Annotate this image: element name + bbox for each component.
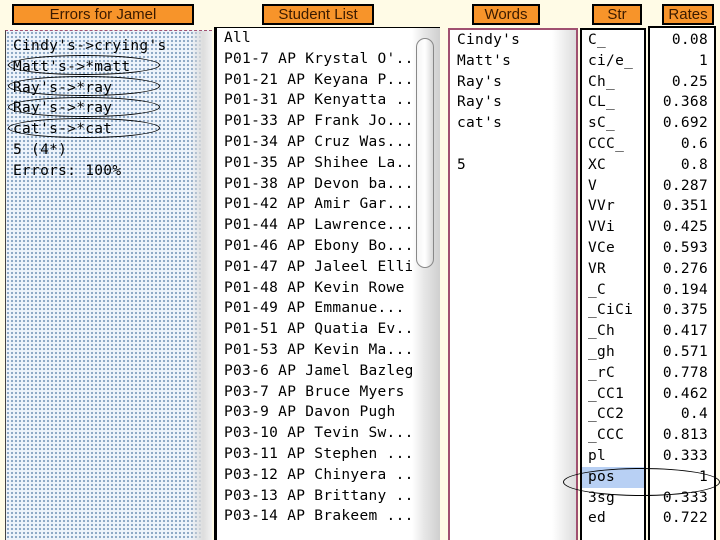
student-item[interactable]: P01-46 AP Ebony Bo... [224,236,440,257]
student-item[interactable]: P01-44 AP Lawrence... [224,215,440,236]
student-item[interactable]: P03-10 AP Tevin Sw... [224,423,440,444]
student-list[interactable]: All P01-7 AP Krystal O'... P01-21 AP Keyan… [214,27,440,540]
student-item[interactable]: P01-35 AP Shihee La... [224,153,440,174]
rate-item[interactable]: 0.813 [650,425,714,446]
word-item[interactable]: Matt's [457,51,576,72]
student-item[interactable]: P01-42 AP Amir Gar... [224,194,440,215]
str-item[interactable]: _CC1 [588,384,644,405]
rate-item[interactable]: 0.722 [650,508,714,529]
str-item[interactable]: CCC_ [588,134,644,155]
student-item[interactable]: All [224,28,440,49]
error-item: Cindy's->crying's [13,38,167,54]
student-item[interactable]: P01-38 AP Devon ba... [224,174,440,195]
str-header: Str [592,4,642,25]
str-item[interactable]: pl [588,446,644,467]
rate-item[interactable]: 0.25 [650,72,714,93]
errors-panel: Cindy's->crying's Matt's->*matt Ray's->*ra… [5,30,212,540]
student-item[interactable]: P03-14 AP Brakeem ... [224,506,440,527]
student-item[interactable]: P01-33 AP Frank Jo... [224,111,440,132]
student-item[interactable]: P01-47 AP Jaleel Ellis [224,257,440,278]
words-header: Words [472,4,540,25]
rate-item[interactable]: 1 [650,51,714,72]
scrollbar[interactable] [412,28,440,540]
rate-item[interactable]: 0.08 [650,30,714,51]
rate-item[interactable]: 0.368 [650,92,714,113]
str-item[interactable]: _CC2 [588,404,644,425]
student-item[interactable]: P03-7 AP Bruce Myers [224,382,440,403]
rates-header: Rates [662,4,714,25]
word-item[interactable]: cat's [457,113,576,134]
str-item[interactable]: XC [588,155,644,176]
rate-item[interactable]: 0.778 [650,363,714,384]
student-item[interactable]: P03-6 AP Jamel Bazleg [224,361,440,382]
error-count: 5 (4*) [13,141,68,158]
rate-item[interactable]: 0.333 [650,446,714,467]
str-item[interactable]: VVr [588,196,644,217]
str-item[interactable]: sC_ [588,113,644,134]
student-item[interactable]: P01-7 AP Krystal O'... [224,49,440,70]
scrollbar-thumb[interactable] [416,38,434,268]
rate-item[interactable]: 0.462 [650,384,714,405]
rate-item[interactable]: 0.276 [650,259,714,280]
str-item[interactable]: ci/e_ [588,51,644,72]
rate-item[interactable]: 0.8 [650,155,714,176]
str-item[interactable]: _CiCi [588,300,644,321]
str-item[interactable]: ed [588,508,644,529]
str-item[interactable]: _gh [588,342,644,363]
str-item[interactable]: CL_ [588,92,644,113]
student-item[interactable]: P01-48 AP Kevin Rowe [224,278,440,299]
student-item[interactable]: P01-31 AP Kenyatta ... [224,90,440,111]
student-list-header: Student List [262,4,374,25]
rate-item[interactable]: 0.351 [650,196,714,217]
rate-item[interactable]: 0.6 [650,134,714,155]
word-item[interactable]: Cindy's [457,30,576,51]
student-item[interactable]: P03-12 AP Chinyera ... [224,465,440,486]
student-item[interactable]: P01-49 AP Emmanue... [224,298,440,319]
str-item[interactable]: Ch_ [588,72,644,93]
rate-item[interactable]: 0.692 [650,113,714,134]
rate-item[interactable]: 0.375 [650,300,714,321]
str-list[interactable]: C_ ci/e_ Ch_ CL_ sC_ CCC_ XC V VVr VVi VCe VR _C _CiC… [580,28,646,540]
str-item[interactable]: _CCC [588,425,644,446]
str-item[interactable]: C_ [588,30,644,51]
str-item[interactable]: VCe [588,238,644,259]
rate-item[interactable]: 0.571 [650,342,714,363]
word-item[interactable]: Ray's [457,92,576,113]
errors-header: Errors for Jamel [12,4,194,25]
str-item[interactable]: _Ch [588,321,644,342]
student-item[interactable]: P01-21 AP Keyana P... [224,70,440,91]
pos-highlight-oval [563,468,720,496]
student-item[interactable]: P01-34 AP Cruz Was... [224,132,440,153]
rate-item[interactable]: 0.593 [650,238,714,259]
str-item[interactable]: VVi [588,217,644,238]
rate-item[interactable]: 0.4 [650,404,714,425]
str-item[interactable]: V [588,176,644,197]
student-item[interactable]: P03-13 AP Brittany ... [224,486,440,507]
rates-list[interactable]: 0.08 1 0.25 0.368 0.692 0.6 0.8 0.287 0.351 0.425… [648,26,716,540]
rate-item[interactable]: 0.425 [650,217,714,238]
student-item[interactable]: P03-9 AP Davon Pugh [224,402,440,423]
student-item[interactable]: P01-51 AP Quatia Ev... [224,319,440,340]
rate-item[interactable]: 0.287 [650,176,714,197]
str-item[interactable]: _C [588,280,644,301]
student-item[interactable]: P03-11 AP Stephen ... [224,444,440,465]
student-item[interactable]: P01-53 AP Kevin Ma... [224,340,440,361]
rate-item[interactable]: 0.194 [650,280,714,301]
word-item[interactable]: Ray's [457,72,576,93]
word-count: 5 [457,156,467,173]
rate-item[interactable]: 0.417 [650,321,714,342]
error-rate: Errors: 100% [13,162,122,179]
words-list[interactable]: Cindy's Matt's Ray's Ray's cat's 5 [448,28,578,540]
str-item[interactable]: VR [588,259,644,280]
str-item[interactable]: _rC [588,363,644,384]
